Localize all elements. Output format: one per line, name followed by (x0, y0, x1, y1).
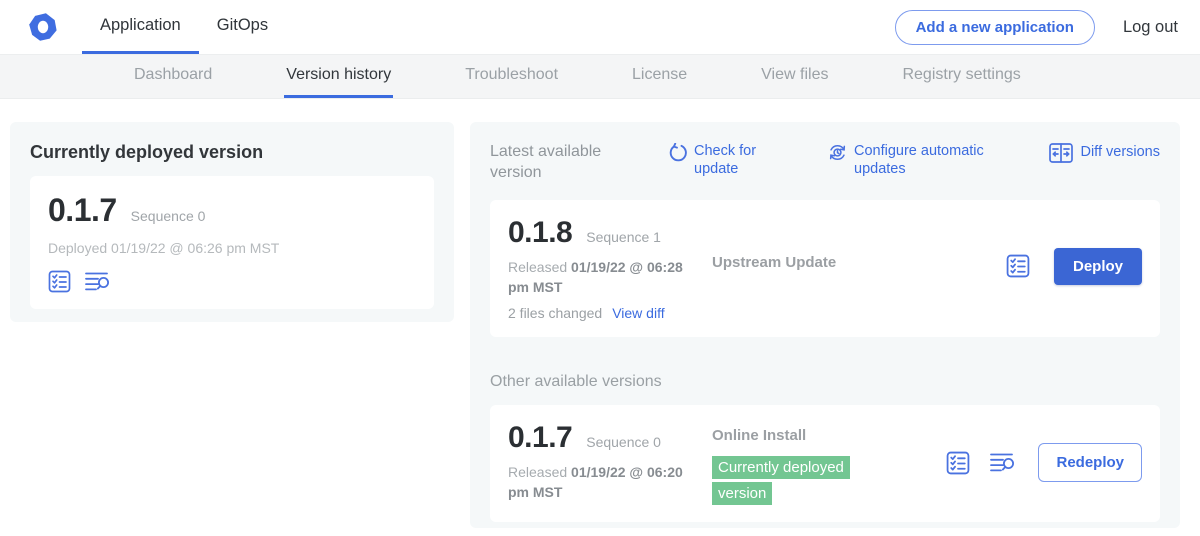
tab-license-label: License (632, 66, 687, 84)
diff-versions-link[interactable]: Diff versions (1049, 142, 1160, 163)
diff-versions-icon (1049, 143, 1073, 163)
other-version-number: 0.1.7 (508, 421, 572, 455)
view-logs-icon[interactable] (85, 270, 113, 293)
top-nav: Application GitOps (82, 0, 286, 54)
tab-license[interactable]: License (630, 55, 689, 98)
auto-update-icon (828, 143, 847, 162)
main-content: Currently deployed version 0.1.7 Sequenc… (0, 99, 1200, 536)
currently-deployed-badge: Currently deployed version (712, 456, 850, 505)
other-version-sequence: Sequence 0 (586, 434, 661, 450)
available-updates-panel: Latest available version Check for updat… (470, 122, 1180, 528)
tab-dashboard-label: Dashboard (134, 66, 212, 84)
latest-version-number: 0.1.8 (508, 216, 572, 250)
tab-view-files[interactable]: View files (759, 55, 830, 98)
other-available-versions-title: Other available versions (490, 373, 1160, 391)
tab-registry-settings-label: Registry settings (902, 66, 1020, 84)
nav-tab-application[interactable]: Application (82, 0, 199, 54)
kots-logo-icon (28, 12, 58, 42)
refresh-icon (668, 143, 687, 162)
header-right: Add a new application Log out (895, 0, 1200, 54)
release-notes-icon[interactable] (1006, 254, 1030, 278)
latest-released-line: Released 01/19/22 @ 06:28 pm MST (508, 257, 703, 298)
released-label: Released (508, 259, 567, 275)
check-for-update-label: Check for update (694, 142, 764, 178)
tab-registry-settings[interactable]: Registry settings (900, 55, 1022, 98)
other-released-line: Released 01/19/22 @ 06:20 pm MST (508, 462, 703, 503)
tab-troubleshoot[interactable]: Troubleshoot (463, 55, 560, 98)
latest-version-sequence: Sequence 1 (586, 229, 661, 245)
tab-version-history[interactable]: Version history (284, 55, 393, 98)
current-version-sequence: Sequence 0 (131, 208, 206, 224)
version-row-0-1-7: 0.1.7 Sequence 0 Released 01/19/22 @ 06:… (490, 405, 1160, 522)
tab-dashboard[interactable]: Dashboard (132, 55, 214, 98)
released-label: Released (508, 464, 567, 480)
view-logs-icon[interactable] (990, 451, 1018, 474)
currently-deployed-title: Currently deployed version (30, 142, 434, 163)
current-version-number: 0.1.7 (48, 192, 117, 229)
deploy-button[interactable]: Deploy (1054, 248, 1142, 285)
nav-tab-gitops-label: GitOps (217, 16, 268, 35)
tab-view-files-label: View files (761, 66, 828, 84)
latest-available-title: Latest available version (490, 142, 622, 184)
app-subnav: Dashboard Version history Troubleshoot L… (0, 55, 1200, 99)
configure-automatic-updates-link[interactable]: Configure automatic updates (828, 142, 994, 178)
view-diff-link[interactable]: View diff (612, 305, 664, 321)
current-deployed-timestamp: Deployed 01/19/22 @ 06:26 pm MST (48, 240, 416, 256)
release-notes-icon[interactable] (946, 451, 970, 475)
add-new-application-button[interactable]: Add a new application (895, 10, 1095, 45)
tab-version-history-label: Version history (286, 66, 391, 84)
version-row-0-1-8: 0.1.8 Sequence 1 Released 01/19/22 @ 06:… (490, 200, 1160, 338)
nav-tab-gitops[interactable]: GitOps (199, 0, 286, 54)
nav-tab-application-label: Application (100, 16, 181, 35)
logout-link[interactable]: Log out (1123, 18, 1178, 37)
other-source-label: Online Install (712, 427, 806, 444)
tab-troubleshoot-label: Troubleshoot (465, 66, 558, 84)
latest-available-header: Latest available version Check for updat… (490, 142, 1160, 184)
redeploy-button[interactable]: Redeploy (1038, 443, 1142, 482)
latest-source-label: Upstream Update (712, 254, 836, 271)
app-logo (28, 0, 58, 54)
top-header: Application GitOps Add a new application… (0, 0, 1200, 55)
configure-automatic-updates-label: Configure automatic updates (854, 142, 994, 178)
release-notes-icon[interactable] (48, 270, 71, 293)
files-changed-text: 2 files changed (508, 305, 602, 321)
diff-versions-label: Diff versions (1080, 143, 1160, 161)
check-for-update-link[interactable]: Check for update (668, 142, 764, 178)
currently-deployed-card: 0.1.7 Sequence 0 Deployed 01/19/22 @ 06:… (30, 176, 434, 309)
currently-deployed-panel: Currently deployed version 0.1.7 Sequenc… (10, 122, 454, 322)
